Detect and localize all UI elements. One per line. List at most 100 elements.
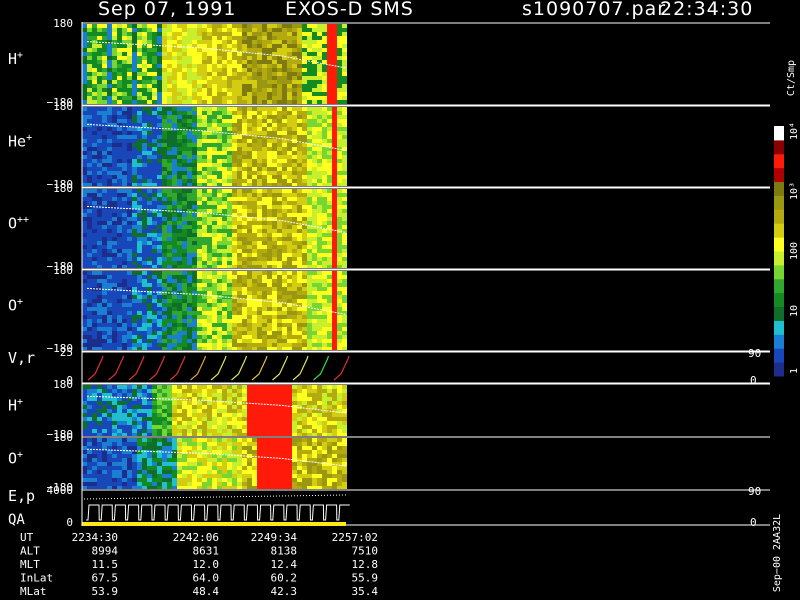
spectrogram-cell — [172, 151, 177, 155]
spectrogram-cell — [102, 111, 107, 115]
spectrogram-cell — [217, 84, 222, 88]
spectrogram-cell — [342, 405, 347, 409]
spectrogram-cell — [267, 249, 272, 253]
spectrogram-cell — [147, 433, 152, 436]
spectrogram-cell — [132, 261, 137, 265]
spectrogram-cell — [182, 183, 187, 186]
spectrogram-cell — [302, 84, 307, 88]
spectrogram-cell — [197, 213, 202, 217]
spectrogram-cell — [272, 229, 277, 233]
spectrogram-cell — [232, 52, 237, 56]
spectrogram-cell — [252, 151, 257, 155]
spectrogram-cell — [192, 237, 197, 241]
spectrogram-cell — [262, 335, 267, 339]
spectrogram-cell — [222, 68, 227, 72]
spectrogram-cell — [132, 60, 137, 64]
spectrogram-cell — [147, 265, 152, 268]
spectrogram-cell — [162, 311, 167, 315]
spectrogram-cell — [222, 135, 227, 139]
spectrogram-cell — [107, 323, 112, 327]
spectrogram-cell — [152, 119, 157, 123]
spectrogram-cell — [232, 225, 237, 229]
spectrogram-cell — [272, 96, 277, 100]
spectrogram-cell — [252, 385, 257, 389]
spectrogram-cell — [212, 201, 217, 205]
spectrogram-cell — [267, 107, 272, 111]
spectrogram-cell — [337, 279, 342, 283]
spectrogram-cell — [327, 245, 332, 249]
spectrogram-cell — [217, 283, 222, 287]
spectrogram-cell — [152, 40, 157, 44]
spectrogram-cell — [242, 167, 247, 171]
spectrogram-cell — [122, 221, 127, 225]
spectrogram-cell — [247, 417, 252, 421]
spectrogram-cell — [192, 311, 197, 315]
spectrogram-cell — [252, 425, 257, 429]
spectrogram-cell — [242, 32, 247, 36]
spectrogram-cell — [312, 88, 317, 92]
spectrogram-cell — [87, 28, 92, 32]
spectrogram-cell — [117, 213, 122, 217]
spectrogram-cell — [317, 131, 322, 135]
spectrogram-cell — [117, 299, 122, 303]
spectrogram-cell — [272, 287, 277, 291]
spectrogram-cell — [277, 225, 282, 229]
spectrogram-cell — [147, 123, 152, 127]
spectrogram-cell — [97, 189, 102, 193]
spectrogram-cell — [142, 205, 147, 209]
spectrogram-cell — [182, 96, 187, 100]
spectrogram-cell — [172, 111, 177, 115]
spectrogram-cell — [87, 24, 92, 28]
spectrogram-cell — [327, 56, 332, 60]
spectrogram-cell — [302, 44, 307, 48]
spectrogram-cell — [217, 139, 222, 143]
spectrogram-cell — [122, 347, 127, 350]
spectrogram-cell — [337, 183, 342, 186]
spectrogram-cell — [102, 44, 107, 48]
spectrogram-cell — [202, 295, 207, 299]
spectrogram-cell — [127, 405, 132, 409]
spectrogram-cell — [152, 429, 157, 433]
spectrogram-cell — [332, 197, 337, 201]
spectrogram-cell — [147, 131, 152, 135]
spectrogram-cell — [217, 413, 222, 417]
spectrogram-cell — [92, 233, 97, 237]
spectrogram-cell — [177, 335, 182, 339]
spectrogram-cell — [127, 221, 132, 225]
spectrogram-cell — [167, 139, 172, 143]
spectrogram-cell — [182, 80, 187, 84]
spectrogram-cell — [167, 303, 172, 307]
spectrogram-cell — [292, 28, 297, 32]
spectrogram-cell — [222, 139, 227, 143]
spectrogram-cell — [117, 60, 122, 64]
spectrogram-cell — [177, 319, 182, 323]
spectrogram-cell — [227, 64, 232, 68]
spectrogram-cell — [82, 393, 87, 397]
spectrogram-cell — [267, 315, 272, 319]
spectrogram-cell — [292, 76, 297, 80]
spectrogram-cell — [167, 389, 172, 393]
spectrogram-cell — [297, 233, 302, 237]
spectrogram-cell — [117, 56, 122, 60]
spectrogram-cell — [172, 413, 177, 417]
spectrogram-cell — [177, 40, 182, 44]
spectrogram-cell — [162, 327, 167, 331]
spectrogram-cell — [92, 442, 97, 446]
spectrogram-cell — [207, 24, 212, 28]
spectrogram-cell — [292, 119, 297, 123]
spectrogram-cell — [92, 458, 97, 462]
spectrogram-cell — [202, 68, 207, 72]
spectrogram-cell — [127, 139, 132, 143]
spectrogram-cell — [187, 56, 192, 60]
spectrogram-cell — [237, 209, 242, 213]
spectrogram-cell — [222, 183, 227, 186]
spectrogram-cell — [312, 44, 317, 48]
spectrogram-cell — [317, 261, 322, 265]
spectrogram-cell — [107, 88, 112, 92]
spectrogram-cell — [177, 261, 182, 265]
spectrogram-cell — [142, 265, 147, 268]
spectrogram-cell — [82, 127, 87, 131]
spectrogram-cell — [172, 347, 177, 350]
spectrogram-cell — [287, 64, 292, 68]
spectrogram-cell — [162, 271, 167, 275]
